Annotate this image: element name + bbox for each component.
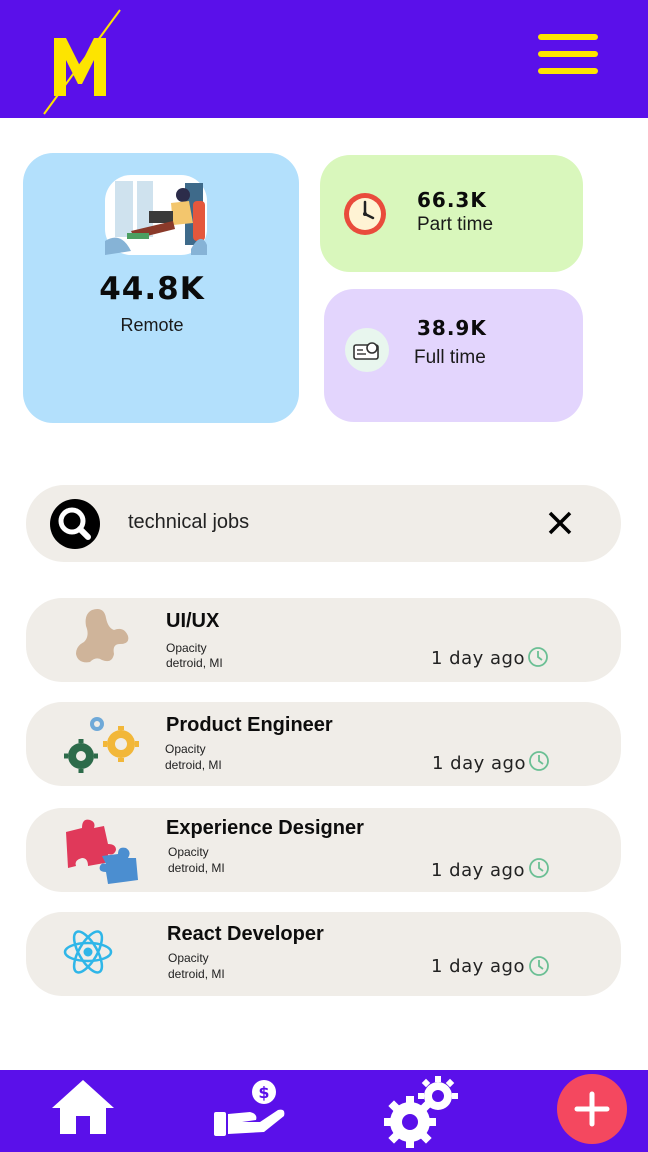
- logo-icon[interactable]: [40, 8, 124, 118]
- search-bar[interactable]: technical jobs: [26, 485, 621, 562]
- part-time-jobs-card[interactable]: 66.3K Part time: [320, 155, 583, 272]
- clock-icon: [529, 858, 549, 878]
- job-list-item[interactable]: React Developer Opacity detroid, MI 1 da…: [26, 912, 621, 996]
- remote-worker-illustration: [105, 175, 207, 255]
- settings-gears-icon[interactable]: [384, 1074, 462, 1148]
- search-icon[interactable]: [50, 499, 100, 549]
- search-input[interactable]: technical jobs: [128, 511, 249, 534]
- react-atom-icon: [63, 930, 113, 974]
- app-header: [0, 0, 648, 118]
- part-time-label: Part time: [417, 214, 494, 235]
- projector-icon: [345, 328, 389, 372]
- job-company: Opacity: [168, 845, 209, 859]
- menu-bar: [538, 68, 598, 74]
- full-time-label: Full time: [414, 347, 486, 368]
- blob-shape-icon: [76, 609, 129, 663]
- close-icon[interactable]: [546, 509, 574, 537]
- job-list-item[interactable]: Experience Designer Opacity detroid, MI …: [26, 808, 621, 892]
- full-time-jobs-card[interactable]: 38.9K Full time: [324, 289, 583, 422]
- job-posted-time: 1 day ago: [431, 860, 525, 881]
- add-button[interactable]: [557, 1074, 627, 1144]
- job-title: Experience Designer: [166, 817, 364, 839]
- part-time-count: 66.3K: [417, 188, 487, 212]
- job-location: detroid, MI: [168, 861, 225, 875]
- job-title: UI/UX: [166, 610, 220, 632]
- job-posted-time: 1 day ago: [432, 753, 526, 774]
- job-title: React Developer: [167, 923, 324, 945]
- svg-text:$: $: [258, 1083, 269, 1102]
- job-posted-time: 1 day ago: [431, 648, 525, 669]
- bottom-nav: $: [0, 1070, 648, 1152]
- job-location: detroid, MI: [168, 967, 225, 981]
- job-company: Opacity: [168, 951, 209, 965]
- plus-icon: [574, 1091, 610, 1127]
- remote-count: 44.8K: [99, 271, 205, 307]
- clock-icon: [528, 647, 548, 667]
- salary-hand-icon[interactable]: $: [212, 1078, 288, 1138]
- gears-icon: [64, 717, 139, 773]
- job-location: detroid, MI: [166, 656, 223, 670]
- remote-label: Remote: [120, 315, 184, 335]
- home-icon[interactable]: [50, 1078, 116, 1136]
- menu-bar: [538, 34, 598, 40]
- job-company: Opacity: [166, 641, 207, 655]
- menu-button[interactable]: [534, 30, 602, 80]
- job-location: detroid, MI: [165, 758, 222, 772]
- job-list-item[interactable]: Product Engineer Opacity detroid, MI 1 d…: [26, 702, 621, 786]
- clock-icon: [344, 193, 386, 235]
- job-posted-time: 1 day ago: [431, 956, 525, 977]
- remote-jobs-card[interactable]: 44.8K Remote: [23, 153, 299, 423]
- job-company: Opacity: [165, 742, 206, 756]
- job-title: Product Engineer: [166, 714, 333, 736]
- full-time-count: 38.9K: [417, 316, 487, 340]
- menu-bar: [538, 51, 598, 57]
- puzzle-icon: [66, 819, 138, 884]
- clock-icon: [529, 751, 549, 771]
- clock-icon: [529, 956, 549, 976]
- job-list-item[interactable]: UI/UX Opacity detroid, MI 1 day ago: [26, 598, 621, 682]
